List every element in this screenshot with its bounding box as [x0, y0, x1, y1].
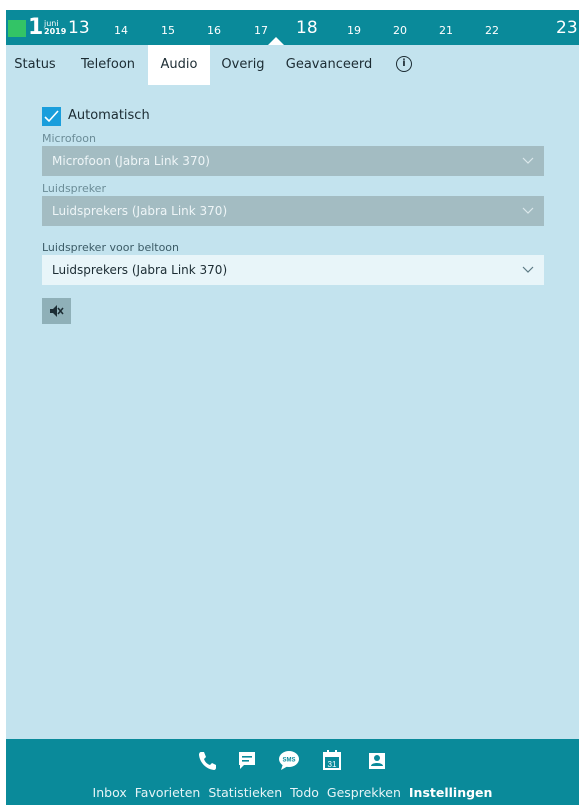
today-indicator	[8, 20, 26, 37]
automatic-checkbox[interactable]	[42, 107, 61, 126]
timeline-day[interactable]: 17	[254, 24, 268, 37]
timeline-day[interactable]: 22	[485, 24, 499, 37]
timeline-caret	[268, 37, 284, 45]
nav-todo[interactable]: Todo	[290, 785, 319, 800]
current-day: 1	[28, 15, 44, 40]
nav-inbox[interactable]: Inbox	[93, 785, 127, 800]
contacts-icon[interactable]	[366, 749, 388, 771]
microphone-select: Microfoon (Jabra Link 370)	[42, 146, 544, 176]
timeline-day[interactable]: 16	[207, 24, 221, 37]
chevron-down-icon	[522, 157, 534, 164]
timeline-day[interactable]: 19	[347, 24, 361, 37]
timeline-day[interactable]: 18	[296, 18, 318, 38]
info-icon[interactable]: i	[396, 56, 412, 72]
timeline-day[interactable]: 20	[393, 24, 407, 37]
sms-icon-text: SMS	[282, 758, 295, 764]
speaker-value: Luidsprekers (Jabra Link 370)	[52, 204, 228, 218]
date-timeline: 1 juni 2019 13 14 15 16 17 18 19 20 21 2…	[6, 10, 579, 45]
microphone-value: Microfoon (Jabra Link 370)	[52, 154, 210, 168]
nav-statistieken[interactable]: Statistieken	[208, 785, 282, 800]
tab-geavanceerd[interactable]: Geavanceerd	[283, 45, 375, 85]
bottom-nav: Inbox Favorieten Statistieken Todo Gespr…	[6, 785, 579, 800]
settings-tabs: Status Telefoon Audio Overig Geavanceerd…	[6, 45, 579, 85]
timeline-day[interactable]: 14	[114, 24, 128, 37]
speaker-select: Luidsprekers (Jabra Link 370)	[42, 196, 544, 226]
tab-overig[interactable]: Overig	[216, 45, 270, 85]
tab-telefoon[interactable]: Telefoon	[74, 45, 142, 85]
tab-status[interactable]: Status	[11, 45, 59, 85]
sms-icon[interactable]: SMS	[278, 749, 300, 771]
chevron-down-icon	[522, 266, 534, 273]
phone-icon[interactable]	[196, 749, 218, 771]
nav-instellingen[interactable]: Instellingen	[409, 785, 493, 800]
checkmark-icon	[44, 110, 59, 123]
tab-audio[interactable]: Audio	[148, 45, 210, 85]
microphone-label: Microfoon	[42, 132, 96, 145]
nav-gesprekken[interactable]: Gesprekken	[327, 785, 401, 800]
ringtone-speaker-value: Luidsprekers (Jabra Link 370)	[52, 263, 228, 277]
chevron-down-icon	[522, 207, 534, 214]
timeline-day[interactable]: 21	[439, 24, 453, 37]
ringtone-speaker-label: Luidspreker voor beltoon	[42, 241, 180, 254]
timeline-day[interactable]: 15	[161, 24, 175, 37]
speaker-mute-icon	[50, 305, 64, 317]
ringtone-speaker-select[interactable]: Luidsprekers (Jabra Link 370)	[42, 255, 544, 285]
mute-test-button[interactable]	[42, 298, 71, 324]
calendar-icon-day: 31	[328, 760, 337, 769]
nav-favorieten[interactable]: Favorieten	[135, 785, 201, 800]
timeline-day[interactable]: 23	[556, 18, 578, 38]
speaker-label: Luidspreker	[42, 182, 106, 195]
calendar-icon[interactable]: 31	[321, 749, 343, 771]
timeline-day[interactable]: 13	[68, 18, 90, 38]
current-year: 2019	[44, 27, 67, 36]
automatic-label: Automatisch	[68, 108, 150, 123]
bottom-bar: SMS 31 Inbox Favorieten Statistieken Tod…	[6, 739, 579, 805]
chat-icon[interactable]	[236, 749, 258, 771]
app-window: 1 juni 2019 13 14 15 16 17 18 19 20 21 2…	[6, 10, 579, 805]
